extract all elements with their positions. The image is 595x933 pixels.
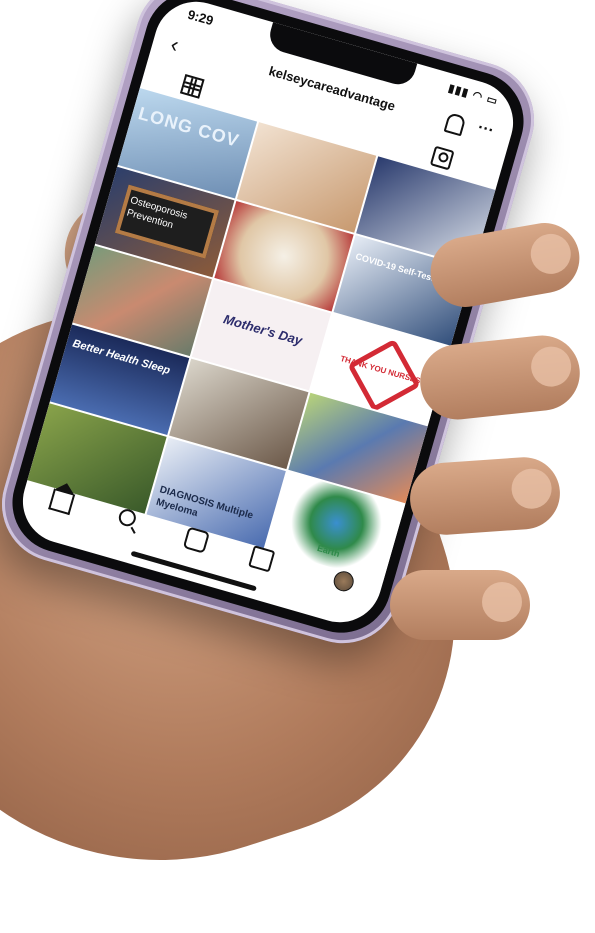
grid-icon[interactable]: [179, 74, 205, 99]
search-icon[interactable]: [116, 507, 138, 529]
signal-wifi-battery-icons: ▮▮▮ ◠ ▭: [446, 82, 500, 108]
post-caption: LONG COV: [136, 103, 242, 151]
post-caption: Mother's Day: [221, 311, 304, 349]
bell-icon[interactable]: [443, 112, 467, 137]
back-chevron-icon[interactable]: ‹: [168, 31, 182, 58]
home-icon[interactable]: [48, 487, 76, 516]
shop-icon[interactable]: [248, 545, 276, 573]
tagged-icon[interactable]: [429, 145, 455, 171]
more-icon[interactable]: ···: [475, 119, 496, 141]
reels-icon[interactable]: [182, 526, 210, 554]
status-time: 9:29: [185, 6, 216, 29]
profile-icon[interactable]: [331, 568, 357, 594]
